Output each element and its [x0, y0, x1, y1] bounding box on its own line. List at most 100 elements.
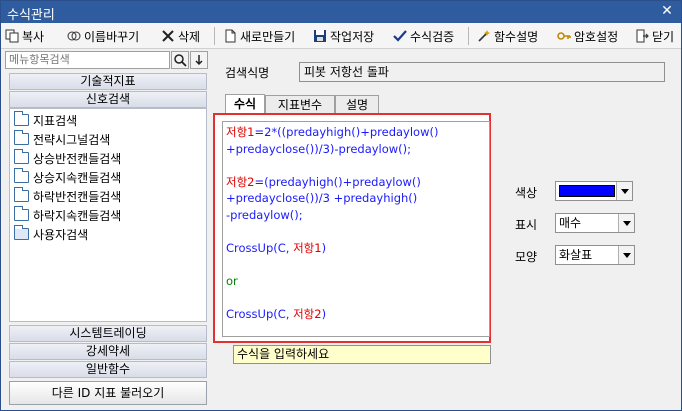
copy-icon: [5, 29, 19, 43]
formula-hint-field[interactable]: 수식을 입력하세요: [233, 345, 491, 364]
function-help-label: 함수설명: [494, 29, 539, 44]
code-token: 저항2: [293, 306, 322, 321]
code-token: +predayclose())/3)-predaylow();: [226, 141, 412, 156]
password-button[interactable]: 암호설정: [557, 26, 618, 46]
shape-label: 모양: [515, 250, 538, 264]
code-token: ): [321, 306, 327, 321]
load-other-id-button[interactable]: 다른 ID 지표 불러오기: [9, 381, 207, 405]
folder-icon: [14, 130, 29, 145]
tree-item-label: 지표검색: [33, 113, 78, 128]
category-strength-weakness[interactable]: 강세약세: [9, 343, 207, 360]
code-token: or: [226, 273, 238, 288]
category-technical-indicators[interactable]: 기술적지표: [9, 73, 207, 90]
tab-formula[interactable]: 수식: [225, 94, 265, 115]
formula-editor[interactable]: 저항1=2*((predayhigh()+predaylow() +preday…: [222, 121, 490, 337]
tree-item-indicator-search[interactable]: 지표검색: [14, 111, 77, 129]
chevron-down-icon[interactable]: [618, 246, 634, 264]
tab-description[interactable]: 설명: [335, 95, 379, 115]
code-line: or: [226, 273, 486, 290]
rename-label: 이름바꾸기: [84, 29, 140, 44]
rename-button[interactable]: 이름바꾸기: [67, 26, 139, 46]
search-icon: [174, 54, 187, 67]
password-label: 암호설정: [574, 29, 619, 44]
tree-item-bear-continuation[interactable]: 하락지속캔들검색: [14, 206, 121, 224]
category-general-functions[interactable]: 일반함수: [9, 361, 207, 378]
tree-item-user-search[interactable]: 사용자검색: [14, 225, 88, 243]
chevron-down-icon[interactable]: [616, 182, 632, 200]
window-title: 수식관리: [7, 8, 55, 23]
category-signal-search[interactable]: 신호검색: [9, 91, 207, 108]
tree-item-label: 상승지속캔들검색: [33, 170, 122, 185]
tree-item-label: 상승반전캔들검색: [33, 151, 122, 166]
category-system-trading[interactable]: 시스템트레이딩: [9, 325, 207, 342]
magic-wand-icon: [478, 30, 490, 42]
toolbar-separator: [468, 27, 469, 45]
copy-label: 복사: [22, 29, 45, 44]
code-token: 저항2: [226, 174, 255, 189]
folder-icon: [14, 149, 29, 164]
formula-name-label: 검색식명: [225, 66, 270, 80]
formula-manager-window: 수식관리 ✕ 복사 이름바꾸기 삭제 새로만들기 작업저장 수식검증 함수설명 …: [0, 0, 682, 411]
tree-item-label: 전략시그널검색: [33, 132, 111, 147]
save-button[interactable]: 작업저장: [313, 26, 374, 46]
verify-label: 수식검증: [410, 29, 455, 44]
tree-item-bull-reversal[interactable]: 상승반전캔들검색: [14, 149, 121, 167]
code-token: ): [321, 240, 327, 255]
new-document-icon: [225, 29, 236, 43]
new-label: 새로만들기: [240, 29, 296, 44]
checkmark-icon: [393, 30, 407, 42]
folder-icon: [14, 111, 29, 126]
code-line: 저항1=2*((predayhigh()+predaylow(): [226, 124, 486, 141]
display-label: 표시: [515, 218, 538, 232]
code-token: CrossUp(C,: [226, 306, 294, 321]
rename-icon: [67, 31, 81, 41]
code-line: CrossUp(C, 저항1): [226, 240, 486, 257]
new-button[interactable]: 새로만들기: [223, 26, 295, 46]
delete-icon: [162, 30, 174, 42]
delete-button[interactable]: 삭제: [161, 26, 200, 46]
code-line: +predayclose())/3 +predayhigh(): [226, 190, 486, 207]
download-button[interactable]: [190, 51, 208, 69]
tree-item-label: 하락지속캔들검색: [33, 208, 122, 223]
sidebar: 기술적지표 신호검색 지표검색 전략시그널검색 상승반전캔들검색 상승지속캔들검…: [5, 51, 209, 408]
exit-door-icon: [636, 29, 649, 43]
chevron-down-icon[interactable]: [618, 214, 634, 232]
function-help-button[interactable]: 함수설명: [477, 26, 538, 46]
search-button[interactable]: [171, 51, 189, 69]
tree-view: 지표검색 전략시그널검색 상승반전캔들검색 상승지속캔들검색 하락반전캔들검색 …: [9, 108, 207, 322]
verify-button[interactable]: 수식검증: [393, 26, 454, 46]
display-select[interactable]: 매수: [555, 213, 635, 233]
code-token: CrossUp(C,: [226, 240, 294, 255]
folder-icon: [14, 187, 29, 202]
open-folder-icon: [14, 225, 29, 240]
code-token: =(predayhigh()+predaylow(): [254, 174, 421, 189]
color-swatch: [559, 185, 615, 197]
code-line: +predayclose())/3)-predaylow();: [226, 141, 486, 158]
close-button[interactable]: 닫기: [635, 26, 674, 46]
formula-name-field[interactable]: 피봇 저항선 돌파: [299, 62, 665, 82]
code-token: -predaylow();: [226, 207, 303, 222]
main-panel: 검색식명 피봇 저항선 돌파 수식 지표변수 설명 저항1=2*((preday…: [213, 51, 679, 408]
delete-label: 삭제: [178, 29, 201, 44]
code-token: +predayclose())/3 +predayhigh(): [226, 191, 418, 205]
shape-select[interactable]: 화살표: [555, 245, 635, 265]
folder-icon: [14, 206, 29, 221]
toolbar: 복사 이름바꾸기 삭제 새로만들기 작업저장 수식검증 함수설명 암호설정 닫기: [1, 23, 681, 49]
close-icon[interactable]: ✕: [659, 3, 675, 19]
menu-search-input[interactable]: [5, 51, 170, 69]
title-bar: 수식관리 ✕: [1, 1, 681, 23]
color-picker[interactable]: [555, 181, 633, 201]
save-icon: [314, 30, 326, 42]
tree-item-bull-continuation[interactable]: 상승지속캔들검색: [14, 168, 121, 186]
tab-indicator-variables[interactable]: 지표변수: [265, 95, 335, 115]
code-token: 저항1: [293, 240, 322, 255]
shape-value: 화살표: [559, 248, 593, 262]
tree-item-bear-reversal[interactable]: 하락반전캔들검색: [14, 187, 121, 205]
code-line: 저항2=(predayhigh()+predaylow(): [226, 174, 486, 191]
copy-button[interactable]: 복사: [5, 26, 44, 46]
tree-item-strategy-signal[interactable]: 전략시그널검색: [14, 130, 110, 148]
